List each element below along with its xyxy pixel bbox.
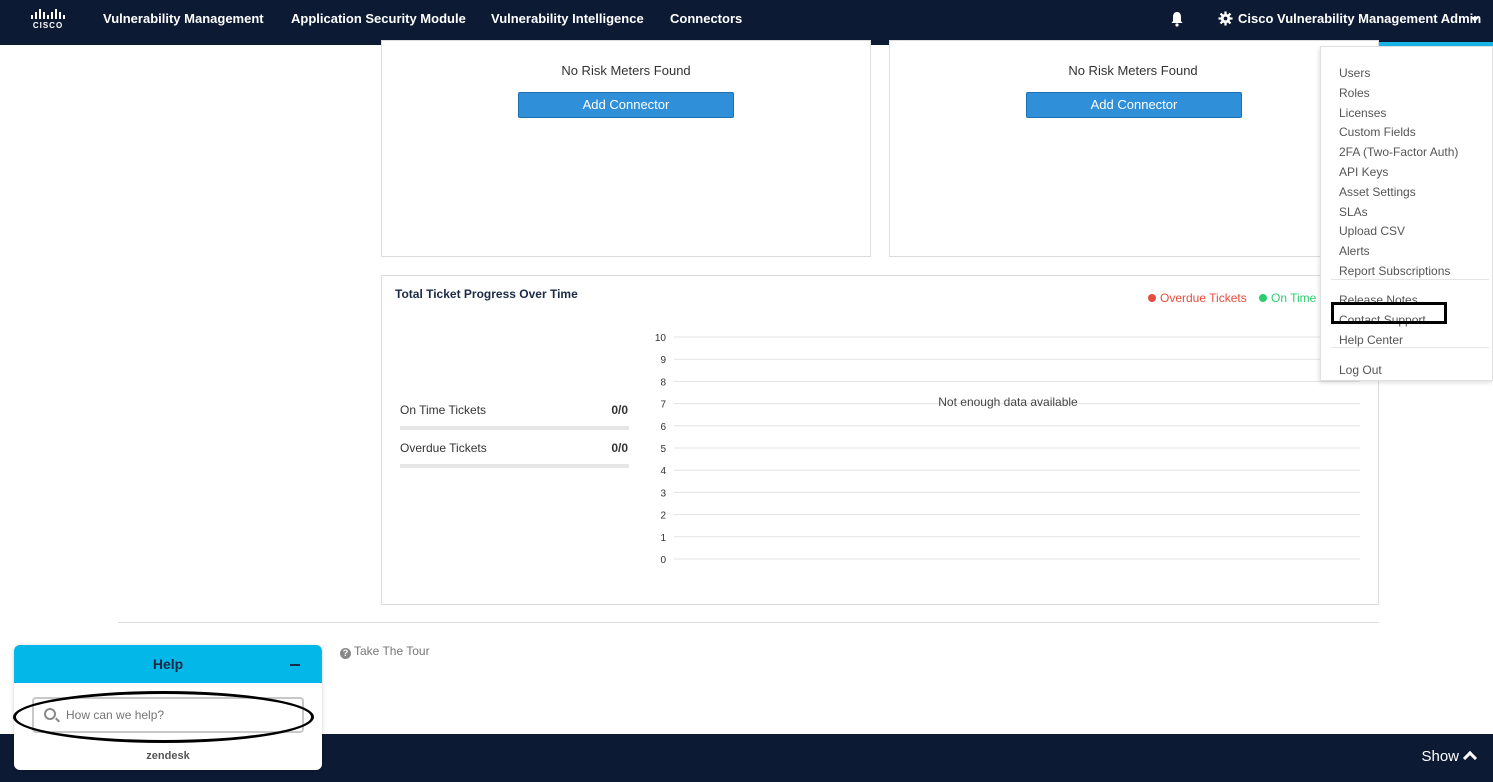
show-label: Show	[1421, 748, 1459, 765]
caret-down-icon[interactable]	[1471, 17, 1479, 22]
add-connector-button[interactable]: Add Connector	[518, 92, 734, 118]
y-tick-label: 9	[660, 355, 666, 366]
top-navbar: CISCO Vulnerability Management Applicati…	[0, 0, 1493, 46]
menu-item-roles[interactable]: Roles	[1339, 86, 1370, 100]
cisco-logo[interactable]: CISCO	[30, 9, 66, 31]
notification-bell-icon[interactable]	[1170, 11, 1184, 27]
y-tick-label: 7	[660, 400, 666, 411]
overdue-tickets-label: Overdue Tickets	[400, 441, 487, 455]
menu-item-upload-csv[interactable]: Upload CSV	[1339, 224, 1405, 238]
minimize-icon[interactable]	[290, 664, 300, 666]
overdue-progress-bar	[400, 464, 629, 468]
legend-overdue-label: Overdue Tickets	[1160, 291, 1247, 305]
y-tick-label: 3	[660, 488, 666, 499]
footer-divider	[118, 622, 1379, 623]
menu-item-report-subscriptions[interactable]: Report Subscriptions	[1339, 264, 1450, 278]
on-time-progress-bar	[400, 426, 629, 430]
admin-dropdown-menu: Users Roles Licenses Custom Fields 2FA (Two-…	[1320, 46, 1493, 381]
menu-item-alerts[interactable]: Alerts	[1339, 244, 1370, 258]
y-tick-label: 2	[660, 511, 666, 522]
chart-title: Total Ticket Progress Over Time	[395, 287, 578, 301]
show-button[interactable]: Show	[1421, 748, 1478, 766]
no-data-message: Not enough data available	[938, 395, 1078, 409]
on-time-dot-icon	[1259, 294, 1267, 302]
menu-item-users[interactable]: Users	[1339, 66, 1370, 80]
y-tick-label: 1	[660, 533, 666, 544]
zendesk-brand: zendesk	[146, 750, 190, 762]
overdue-dot-icon	[1148, 294, 1156, 302]
nav-connectors[interactable]: Connectors	[670, 11, 742, 26]
nav-vulnerability-management[interactable]: Vulnerability Management	[103, 11, 264, 26]
help-widget-title: Help	[152, 656, 184, 672]
menu-item-help-center[interactable]: Help Center	[1339, 333, 1403, 347]
on-time-tickets-label: On Time Tickets	[400, 403, 487, 417]
on-time-tickets-value: 0/0	[611, 403, 628, 417]
menu-item-asset-settings[interactable]: Asset Settings	[1339, 185, 1416, 199]
take-the-tour-label: Take The Tour	[354, 644, 430, 658]
admin-menu-toggle[interactable]: Cisco Vulnerability Management Admin	[1238, 11, 1481, 26]
add-connector-button[interactable]: Add Connector	[1026, 92, 1242, 118]
menu-separator	[1331, 279, 1489, 280]
y-tick-label: 5	[660, 444, 666, 455]
menu-item-log-out[interactable]: Log Out	[1339, 363, 1382, 377]
menu-item-api-keys[interactable]: API Keys	[1339, 165, 1388, 179]
menu-item-slas[interactable]: SLAs	[1339, 205, 1368, 219]
nav-application-security-module[interactable]: Application Security Module	[291, 11, 466, 26]
y-tick-label: 4	[660, 466, 666, 477]
y-tick-label: 8	[660, 377, 666, 388]
menu-item-licenses[interactable]: Licenses	[1339, 106, 1386, 120]
nav-vulnerability-intelligence[interactable]: Vulnerability Intelligence	[491, 11, 644, 26]
annotation-ellipse	[13, 691, 314, 743]
question-circle-icon: ?	[340, 648, 351, 659]
y-tick-label: 10	[655, 333, 667, 344]
cisco-logo-text: CISCO	[32, 21, 64, 30]
gear-icon[interactable]	[1218, 11, 1233, 26]
cisco-logo-bars-icon	[30, 9, 66, 19]
legend-on-time[interactable]: On Time	[1259, 291, 1316, 305]
no-risk-meters-text: No Risk Meters Found	[1068, 63, 1198, 78]
ticket-progress-chart: 109876543210	[655, 333, 1360, 566]
legend-on-time-label: On Time	[1271, 291, 1317, 305]
y-tick-label: 0	[660, 555, 666, 566]
annotation-highlight-box	[1331, 302, 1447, 324]
legend-overdue[interactable]: Overdue Tickets	[1148, 291, 1247, 305]
no-risk-meters-text: No Risk Meters Found	[561, 63, 691, 78]
chevron-up-icon	[1462, 750, 1478, 766]
menu-item-custom-fields[interactable]: Custom Fields	[1339, 125, 1416, 139]
take-the-tour-link[interactable]: ? Take The Tour	[340, 644, 430, 659]
overdue-tickets-value: 0/0	[611, 441, 628, 455]
y-tick-label: 6	[660, 422, 666, 433]
menu-item-2fa-two-factor-auth[interactable]: 2FA (Two-Factor Auth)	[1339, 145, 1458, 159]
menu-separator	[1331, 347, 1489, 348]
